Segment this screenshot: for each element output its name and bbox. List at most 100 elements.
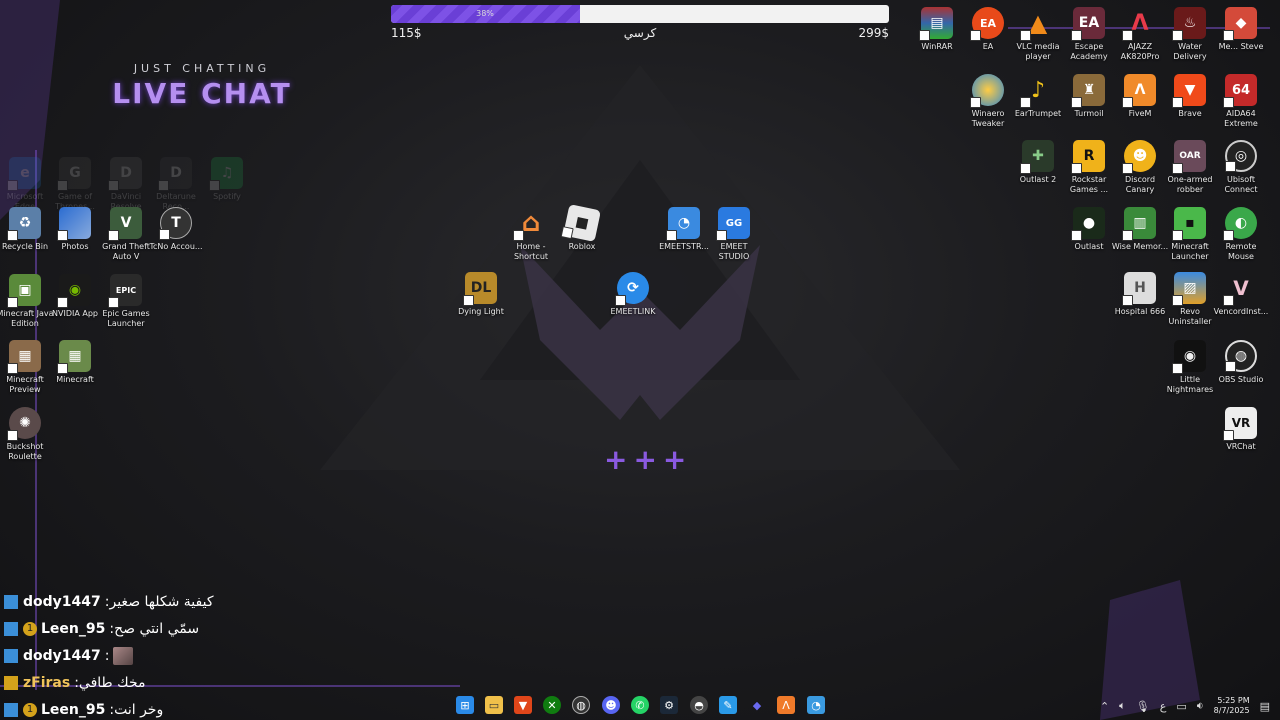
- ubisoft-icon: ◎: [1225, 140, 1257, 172]
- remote-mouse-icon: ◐: [1223, 207, 1257, 241]
- desktop-icon-epic[interactable]: EPIC Epic Games Launcher: [97, 274, 155, 329]
- emeet-taskbar-icon[interactable]: ◔: [807, 696, 825, 714]
- dying-light-icon: DL: [463, 272, 497, 306]
- desktop-icon-turmoil[interactable]: ♜ Turmoil: [1060, 74, 1118, 119]
- app-taskbar-icon[interactable]: ◓: [690, 696, 708, 714]
- volume-icon[interactable]: 🔉︎: [1197, 699, 1204, 713]
- winrar-icon: ▤: [919, 7, 953, 41]
- chevron-up-icon[interactable]: ⌃: [1100, 700, 1109, 713]
- desktop-icon-roblox[interactable]: ■ Roblox: [553, 204, 611, 252]
- chat-username: zFiras: [23, 674, 71, 691]
- spotify-icon: ♫: [209, 157, 243, 191]
- sub-badge-icon: 1: [23, 621, 37, 636]
- vencord-icon: ᐯ: [1223, 272, 1257, 306]
- obs-taskbar-icon[interactable]: ◍: [572, 696, 590, 714]
- whatsapp-icon[interactable]: ✆: [631, 696, 649, 714]
- davinci-icon: D: [108, 157, 142, 191]
- chat-message: dody1447 :: [4, 642, 334, 669]
- desktop-icon-outlast[interactable]: ● Outlast: [1060, 207, 1118, 252]
- steam-icon[interactable]: ⚙: [660, 696, 678, 714]
- platform-icon: [4, 675, 18, 690]
- desktop-icon-dying-light[interactable]: DL Dying Light: [452, 272, 510, 317]
- taskbar: ⊞ ▭ ▼ ✕ ◍ ☻ ✆ ⚙ ◓ ✎ ◆ Λ ◔ ⌃ 🔈︎ 🎙︎ ع ▭ 🔉︎…: [0, 692, 1280, 720]
- microphone-icon[interactable]: 🎙︎: [1136, 700, 1150, 713]
- emeetlink-icon: ⟳: [615, 272, 649, 306]
- brave-icon: ▼: [1172, 74, 1206, 108]
- desktop-icon-ubisoft[interactable]: ◎ Ubisoft Connect: [1212, 140, 1270, 195]
- desktop-icon-emeet-studio[interactable]: GG EMEET STUDIO: [705, 207, 763, 262]
- recycle-bin-icon: ♻: [7, 207, 41, 241]
- little-nightmares-icon: ◉: [1172, 340, 1206, 374]
- discord-icon[interactable]: ☻: [602, 696, 620, 714]
- network-icon[interactable]: ▭: [1176, 700, 1186, 713]
- start-icon[interactable]: ⊞: [456, 696, 474, 714]
- water-delivery-icon: ♨: [1172, 7, 1206, 41]
- desktop-icon-vencord[interactable]: ᐯ VencordInst...: [1212, 272, 1270, 317]
- desktop-icon-photos[interactable]: Photos: [46, 207, 104, 252]
- desktop-icon-home-shortcut[interactable]: ⌂ Home - Shortcut: [502, 207, 560, 262]
- vrchat-icon: VR: [1223, 407, 1257, 441]
- desktop-icon-nvidia[interactable]: ◉ NVIDIA App: [46, 274, 104, 319]
- steve-icon: ◆: [1223, 7, 1257, 41]
- vlc-icon: ▲: [1020, 7, 1054, 41]
- desktop-icon-emeetlink[interactable]: ⟳ EMEETLINK: [604, 272, 662, 317]
- tcno-icon: T: [159, 207, 192, 240]
- fivem-taskbar-icon[interactable]: Λ: [777, 696, 795, 714]
- buckshot-icon: ✺: [7, 407, 41, 441]
- desktop-icon-revo[interactable]: ▨ Revo Uninstaller: [1161, 272, 1219, 327]
- platform-icon: [4, 594, 18, 609]
- goal-name: كرسي: [623, 26, 657, 40]
- desktop-icon-got[interactable]: GGame of Thrones...: [46, 157, 104, 212]
- desktop-icon-tcno[interactable]: T TcNo Accou...: [147, 207, 205, 252]
- brave-taskbar-icon[interactable]: ▼: [514, 696, 532, 714]
- desktop-icon-buckshot[interactable]: ✺ Buckshot Roulette: [0, 407, 54, 462]
- platform-icon: [4, 621, 18, 636]
- gta5-icon: V: [108, 207, 142, 241]
- nvidia-icon: ◉: [57, 274, 91, 308]
- desktop-icon-obs[interactable]: ◍ OBS Studio: [1212, 340, 1270, 385]
- desktop-icon-deltarune[interactable]: DDeltarune Reco...: [147, 157, 205, 212]
- turmoil-icon: ♜: [1071, 74, 1105, 108]
- system-tray: ⌃ 🔈︎ 🎙︎ ع ▭ 🔉︎ 5:25 PM 8/7/2025 ▤: [1100, 696, 1270, 716]
- editor-icon[interactable]: ✎: [719, 696, 737, 714]
- obs-icon: ◍: [1225, 340, 1257, 372]
- desktop-icon-brave[interactable]: ▼ Brave: [1161, 74, 1219, 119]
- desktop-icon-spotify[interactable]: ♫ Spotify: [198, 157, 256, 202]
- desktop-icon-rockstar[interactable]: R Rockstar Games ...: [1060, 140, 1118, 195]
- emote-image: [113, 646, 134, 665]
- clock[interactable]: 5:25 PM 8/7/2025: [1214, 696, 1250, 716]
- edge-icon: e: [7, 157, 41, 191]
- chat-separator: :: [104, 647, 110, 664]
- desktop-icon-vlc[interactable]: ▲ VLC media player: [1009, 7, 1067, 62]
- language-indicator[interactable]: ع: [1160, 700, 1167, 713]
- desktop-icon-minecraft[interactable]: ▦ Minecraft: [46, 340, 104, 385]
- chat-message: 1 Leen_95 : سمّي انتي صح: [4, 615, 334, 642]
- got-icon: G: [57, 157, 91, 191]
- diamond-app-icon[interactable]: ◆: [748, 696, 766, 714]
- brand-subtitle: JUST CHATTING: [133, 62, 271, 75]
- donation-goal: 38% 115$ كرسي 299$: [391, 5, 889, 40]
- desktop-icon-water-delivery[interactable]: ♨ Water Delivery: [1161, 7, 1219, 62]
- notification-icon[interactable]: ▤: [1260, 700, 1270, 713]
- desktop-icon-minecraft-launcher[interactable]: ▪ Minecraft Launcher: [1161, 207, 1219, 262]
- aida64-icon: 64: [1223, 74, 1257, 108]
- desktop-icon-little-nightmares[interactable]: ◉ Little Nightmares: [1161, 340, 1219, 395]
- discord-canary-icon: ☻: [1122, 140, 1156, 174]
- desktop-icon-eartrumpet[interactable]: ♪ EarTrumpet: [1009, 74, 1067, 119]
- desktop-icon-outlast2[interactable]: ✚ Outlast 2: [1009, 140, 1067, 185]
- desktop-icon-winrar[interactable]: ▤ WinRAR: [908, 7, 966, 52]
- desktop-icon-vrchat[interactable]: VR VRChat: [1212, 407, 1270, 452]
- desktop-icon-aida64[interactable]: 64 AIDA64 Extreme: [1212, 74, 1270, 129]
- file-explorer-icon[interactable]: ▭: [485, 696, 503, 714]
- desktop-icon-escape-academy[interactable]: EA Escape Academy: [1060, 7, 1118, 62]
- desktop-icon-remote-mouse[interactable]: ◐ Remote Mouse: [1212, 207, 1270, 262]
- wise-memory-icon: ▥: [1122, 207, 1156, 241]
- desktop-icon-steve[interactable]: ◆ Me... Steve: [1212, 7, 1270, 52]
- xbox-icon[interactable]: ✕: [543, 696, 561, 714]
- desktop-icon-one-armed-robber[interactable]: OAR One-armed robber: [1161, 140, 1219, 195]
- goal-percent: 38%: [476, 9, 494, 18]
- rockstar-icon: R: [1071, 140, 1105, 174]
- revo-icon: ▨: [1172, 272, 1206, 306]
- speaker-icon[interactable]: 🔈︎: [1119, 699, 1126, 713]
- chat-text: مخك طافي: [78, 674, 146, 691]
